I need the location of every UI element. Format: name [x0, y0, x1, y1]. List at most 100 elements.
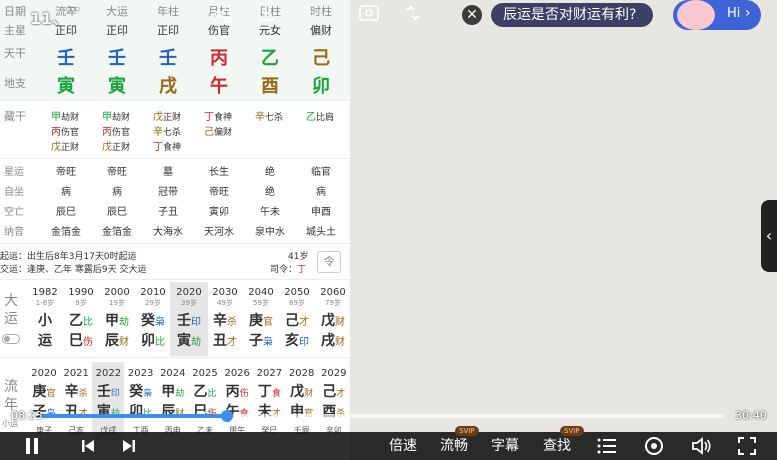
liunian-line-1: 癸枭	[125, 381, 157, 401]
share-icon[interactable]	[213, 4, 233, 24]
nayin-value: 天河水	[204, 227, 234, 238]
liunian-stem: 癸	[129, 384, 144, 400]
dayun-cell[interactable]: 2010 29岁 癸枭 卯比	[134, 282, 172, 356]
calendar-icon: 令	[323, 255, 335, 268]
star-icon[interactable]: ☆	[300, 3, 314, 22]
dayun-cell[interactable]: 1990 9岁 乙比 巳伤	[62, 282, 100, 356]
branch-row: 地支 寅 寅 戌 午 酉 卯	[0, 72, 350, 98]
liunian-stem-tag: 杀	[78, 389, 88, 399]
control-bar: 倍速 流畅 SVIP 字幕 查找 SVIP	[0, 426, 777, 460]
liunian-cell[interactable]: 2021辛杀丑才己亥	[60, 362, 92, 440]
branch-char: 戌	[159, 76, 177, 97]
dayun-branch-tag: 财	[335, 337, 345, 348]
dayun-branch-tag: 印	[299, 337, 309, 348]
branch-char: 卯	[312, 76, 330, 97]
dayun-branch-tag: 比	[155, 337, 165, 348]
liunian-cell[interactable]: 2025乙比巳伤乙未	[189, 362, 221, 440]
volume-button[interactable]	[690, 432, 714, 460]
progress-bar[interactable]	[40, 410, 725, 422]
volume-icon	[692, 437, 711, 455]
liunian-cell[interactable]: 2024甲劫辰财丙申	[157, 362, 189, 440]
liunian-year: 2022	[95, 368, 122, 379]
hidden-stem-char: 戊	[51, 142, 61, 153]
liunian-line-1: 乙比	[189, 381, 221, 401]
previous-button[interactable]	[76, 432, 100, 460]
assistant-button[interactable]: Hi ›	[673, 0, 761, 30]
star-luck-value: 帝旺	[56, 167, 76, 178]
liunian-cell[interactable]: 2023癸枭卯比丁酉	[125, 362, 157, 440]
branch-char: 寅	[108, 76, 126, 97]
dayun-cell[interactable]: 2020 39岁 壬印 寅劫	[170, 282, 208, 356]
row-label-hidden: 藏干	[4, 110, 26, 123]
fullscreen-button[interactable]	[736, 432, 758, 460]
search-label: 查找	[543, 438, 571, 454]
liunian-stem-tag: 劫	[175, 389, 185, 399]
svip-badge: SVIP	[455, 426, 479, 436]
dayun-cell[interactable]: 1982 1-8岁小运	[26, 282, 64, 356]
liunian-line-1: 丙伤	[221, 381, 253, 401]
dayun-line-2: 丑才	[206, 330, 244, 350]
close-question-button[interactable]: ✕	[462, 5, 482, 25]
picture-in-picture-icon[interactable]	[402, 3, 424, 23]
danmaku-button[interactable]	[643, 432, 665, 460]
hidden-stem-char: 己	[204, 127, 214, 138]
side-panel-tab[interactable]: ‹	[761, 200, 777, 272]
branch-char: 酉	[261, 76, 279, 97]
assistant-hi-text: Hi	[727, 6, 741, 21]
quality-button[interactable]: 流畅 SVIP	[437, 426, 479, 460]
dayun-cell[interactable]: 2040 59岁 庚官 子枭	[242, 282, 280, 356]
liunian-cell[interactable]: 2026丙伤午食甲午	[221, 362, 253, 440]
hidden-stem-item: 辛七杀	[255, 108, 283, 123]
hidden-stem-char: 丁	[204, 112, 214, 123]
liunian-year: 2020	[31, 368, 57, 379]
dayun-cell[interactable]: 2050 69岁 己才 亥印	[278, 282, 316, 356]
hidden-stem-char: 戊	[102, 142, 112, 153]
liunian-stem-tag: 枭	[143, 389, 153, 399]
list-icon	[597, 438, 616, 454]
fullscreen-icon	[738, 437, 756, 455]
liunian-cell[interactable]: 2029己才酉杀辛卯	[318, 362, 350, 440]
dayun-cell[interactable]: 2000 19岁 甲劫 辰财	[98, 282, 136, 356]
dayun-branch: 寅	[177, 333, 191, 349]
screenshot-icon[interactable]	[358, 3, 380, 23]
dayun-cell[interactable]: 2060 79岁 戊财 戌财	[314, 282, 350, 356]
liunian-cell[interactable]: 2020庚官子枭庚子	[28, 362, 60, 440]
dayun-toggle[interactable]	[2, 334, 20, 344]
dayun-branch: 运	[38, 333, 52, 349]
progress-knob[interactable]	[221, 410, 233, 422]
row-label-branch: 地支	[4, 77, 26, 90]
liunian-cell[interactable]: 2027丁食未才癸巳	[253, 362, 285, 440]
dayun-year: 2030	[212, 287, 238, 298]
hidden-stem-char: 乙	[306, 112, 316, 123]
dayun-stem: 小	[38, 313, 52, 329]
download-icon[interactable]	[256, 3, 276, 23]
quality-label: 流畅	[440, 438, 468, 454]
top-bar: 11、 ⋯ ☆ ✕ 辰运是否对财运有利? Hi ›	[0, 0, 777, 34]
liunian-year: 2029	[321, 368, 347, 379]
dayun-line-1: 甲劫	[98, 310, 136, 330]
playlist-button[interactable]	[596, 432, 618, 460]
nayin-value: 大海水	[153, 227, 183, 238]
question-bubble[interactable]: 辰运是否对财运有利?	[491, 3, 653, 27]
hidden-stem-item: 甲劫财	[51, 108, 79, 123]
liunian-cell[interactable]: 2022壬印寅劫戊戌	[92, 362, 125, 440]
liunian-line-1: 甲劫	[157, 381, 189, 401]
pause-button[interactable]	[20, 432, 44, 460]
dayun-branch: 子	[249, 333, 263, 349]
liunian-cell[interactable]: 2028戊财申官壬辰	[286, 362, 318, 440]
search-button[interactable]: 查找 SVIP	[540, 426, 584, 460]
liunian-stem: 乙	[193, 384, 208, 400]
speed-button[interactable]: 倍速	[386, 432, 420, 460]
star-luck-value: 墓	[163, 167, 173, 178]
dayun-cell[interactable]: 2030 49岁 辛杀 丑才	[206, 282, 244, 356]
liunian-year: 2025	[192, 368, 218, 379]
subtitle-button[interactable]: 字幕	[488, 432, 522, 460]
dayun-label-1: 大	[4, 293, 18, 309]
dayun-line-2: 巳伤	[62, 330, 100, 350]
stem-char: 乙	[261, 48, 279, 69]
dayun-age: 39岁	[181, 299, 197, 307]
calendar-button[interactable]: 令	[317, 251, 341, 273]
hidden-stem-item: 丙伤官	[51, 123, 79, 138]
next-button[interactable]	[117, 432, 141, 460]
more-icon[interactable]: ⋯	[66, 2, 80, 18]
